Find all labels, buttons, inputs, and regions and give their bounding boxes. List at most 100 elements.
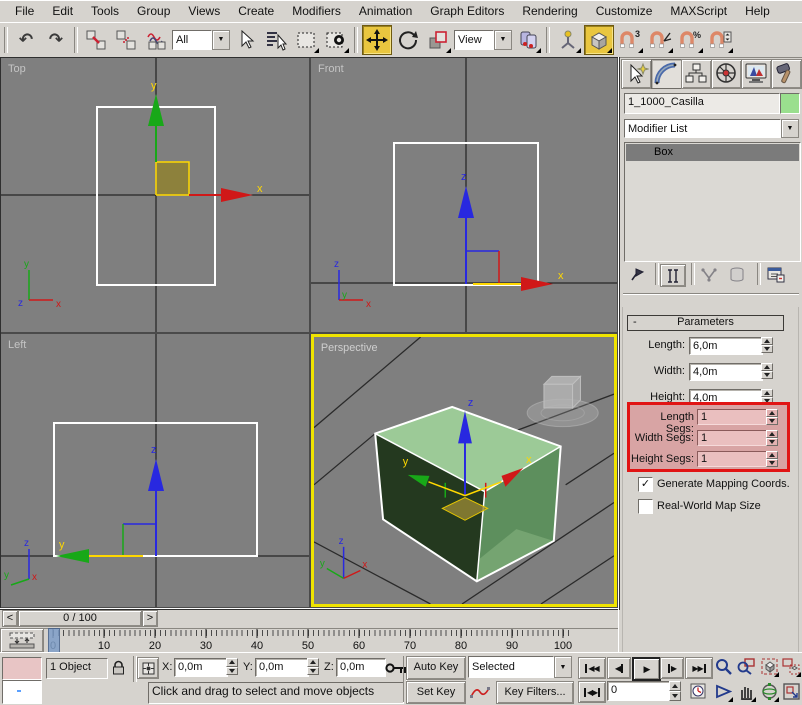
maximize-viewport-toggle[interactable] — [780, 680, 802, 703]
absolute-mode-transform-toggle[interactable] — [137, 657, 159, 679]
bind-to-space-warp-button[interactable] — [142, 26, 170, 54]
tab-create[interactable] — [621, 59, 652, 89]
object-name-field[interactable]: 1_1000_Casilla — [624, 93, 780, 114]
select-object-button[interactable] — [232, 26, 260, 54]
angle-snap-toggle-button[interactable] — [646, 26, 674, 54]
x-coordinate-spinner[interactable] — [226, 658, 238, 675]
maxscript-listener-macro-pane[interactable] — [2, 657, 42, 680]
unlink-selection-button[interactable] — [112, 26, 140, 54]
maxscript-listener-input-pane[interactable] — [2, 680, 42, 704]
menu-item-rendering[interactable]: Rendering — [513, 1, 586, 21]
y-coordinate-field[interactable]: 0,0m — [255, 658, 309, 677]
snap-3d-button[interactable]: 3 — [616, 26, 644, 54]
field-of-view-button[interactable] — [712, 680, 734, 703]
selection-filter-dropdown[interactable]: All ▼ — [172, 29, 230, 50]
frame-spinner[interactable] — [669, 681, 681, 701]
window-crossing-toggle-button[interactable] — [322, 26, 350, 54]
pin-stack-button[interactable] — [626, 264, 650, 285]
rectangular-selection-region-button[interactable] — [292, 26, 320, 54]
time-slider-prev-button[interactable]: < — [2, 610, 18, 627]
zoom-all-button[interactable] — [735, 655, 757, 678]
object-color-swatch[interactable] — [780, 93, 800, 114]
menu-item-views[interactable]: Views — [179, 1, 229, 21]
z-coordinate-field[interactable]: 0,0m — [336, 658, 386, 677]
tab-modify[interactable] — [651, 59, 682, 89]
perspective-viewport-canvas[interactable]: y z x z y x Perspective — [314, 337, 614, 604]
menu-item-graph-editors[interactable]: Graph Editors — [421, 1, 513, 21]
spinner-snap-toggle-button[interactable] — [706, 26, 734, 54]
tab-utilities[interactable] — [771, 59, 802, 89]
front-viewport-canvas[interactable]: z x z y x Front — [311, 58, 617, 332]
height-segs-spinner[interactable] — [766, 451, 778, 467]
tab-display[interactable] — [741, 59, 772, 89]
menu-item-tools[interactable]: Tools — [82, 1, 128, 21]
redo-button[interactable]: ↷ — [42, 26, 70, 54]
left-viewport-canvas[interactable]: z y z y x Left — [1, 334, 309, 607]
viewport-front[interactable]: z x z y x Front — [311, 58, 617, 332]
timeline-ruler[interactable]: 0 10 20 30 40 50 60 70 80 90 100 — [42, 628, 618, 653]
viewport-left[interactable]: z y z y x Left — [1, 334, 309, 607]
tab-motion[interactable] — [711, 59, 742, 89]
menu-item-maxscript[interactable]: MAXScript — [661, 1, 736, 21]
percent-snap-toggle-button[interactable]: % — [676, 26, 704, 54]
width-field[interactable]: 4,0m — [689, 363, 763, 381]
time-slider-handle[interactable]: 0 / 100 — [18, 610, 142, 627]
parameters-rollout-header[interactable]: - Parameters — [627, 315, 784, 331]
reference-coordinate-system-dropdown[interactable]: View ▼ — [454, 29, 512, 50]
menu-item-help[interactable]: Help — [736, 1, 779, 21]
zoom-button[interactable] — [712, 655, 734, 678]
time-configuration-button[interactable] — [685, 681, 711, 701]
snaps-toggle-button[interactable] — [584, 24, 614, 55]
viewport-perspective[interactable]: y z x z y x Perspective — [311, 334, 617, 607]
select-and-manipulate-button[interactable] — [554, 26, 582, 54]
set-key-button[interactable]: Set Key — [406, 681, 466, 704]
go-to-start-button[interactable]: ◀◀ — [578, 657, 606, 679]
select-and-rotate-button[interactable] — [394, 26, 422, 54]
y-coordinate-spinner[interactable] — [307, 658, 319, 675]
selection-set-dropdown[interactable]: Selected ▼ — [468, 656, 572, 678]
x-coordinate-field[interactable]: 0,0m — [174, 658, 228, 677]
key-filters-button[interactable]: Key Filters... — [496, 681, 574, 704]
undo-button[interactable]: ↶ — [12, 26, 40, 54]
width-spinner[interactable] — [761, 363, 773, 379]
show-end-result-button[interactable] — [660, 264, 686, 287]
remove-modifier-button[interactable] — [725, 264, 749, 285]
length-segs-spinner[interactable] — [766, 409, 778, 425]
menu-item-group[interactable]: Group — [128, 1, 179, 21]
configure-modifier-sets-button[interactable] — [763, 264, 789, 285]
stack-item-box[interactable]: Box — [626, 144, 799, 161]
next-frame-button[interactable]: ▶ — [660, 657, 684, 679]
real-world-map-size-checkbox[interactable] — [638, 499, 653, 514]
select-and-scale-button[interactable] — [424, 26, 452, 54]
menu-item-modifiers[interactable]: Modifiers — [283, 1, 350, 21]
current-frame-field[interactable]: 0 — [607, 681, 671, 701]
width-segs-field[interactable]: 1 — [697, 430, 767, 446]
selection-lock-toggle[interactable] — [108, 657, 128, 677]
tab-hierarchy[interactable] — [681, 59, 712, 89]
key-mode-toggle[interactable]: ◀▶ — [578, 681, 606, 703]
make-unique-button[interactable] — [697, 264, 721, 285]
current-frame-marker[interactable] — [48, 628, 60, 653]
go-to-end-button[interactable]: ▶▶ — [685, 657, 713, 679]
previous-frame-button[interactable]: ◀ — [607, 657, 631, 679]
viewport-top[interactable]: y x y z x Top — [1, 58, 309, 332]
width-segs-spinner[interactable] — [766, 430, 778, 446]
use-pivot-point-center-button[interactable] — [514, 26, 542, 54]
zoom-extents-all-button[interactable] — [780, 655, 802, 678]
time-slider-next-button[interactable]: > — [142, 610, 158, 627]
menu-item-create[interactable]: Create — [229, 1, 283, 21]
menu-item-animation[interactable]: Animation — [350, 1, 421, 21]
select-and-move-button[interactable] — [362, 24, 392, 55]
top-viewport-canvas[interactable]: y x y z x Top — [1, 58, 309, 332]
select-and-link-button[interactable] — [82, 26, 110, 54]
pan-view-button[interactable] — [735, 680, 757, 703]
length-segs-field[interactable]: 1 — [697, 409, 767, 425]
new-key-default-in-out-tangents-button[interactable] — [468, 681, 492, 702]
modifier-list-dropdown[interactable]: Modifier List ▼ — [624, 119, 799, 138]
play-button[interactable]: ▶ — [632, 657, 661, 681]
zoom-extents-button[interactable] — [758, 655, 780, 678]
length-spinner[interactable] — [761, 337, 773, 353]
menu-item-customize[interactable]: Customize — [587, 1, 662, 21]
generate-mapping-coords-checkbox[interactable]: ✓ — [638, 477, 653, 492]
auto-key-button[interactable]: Auto Key — [406, 656, 466, 680]
